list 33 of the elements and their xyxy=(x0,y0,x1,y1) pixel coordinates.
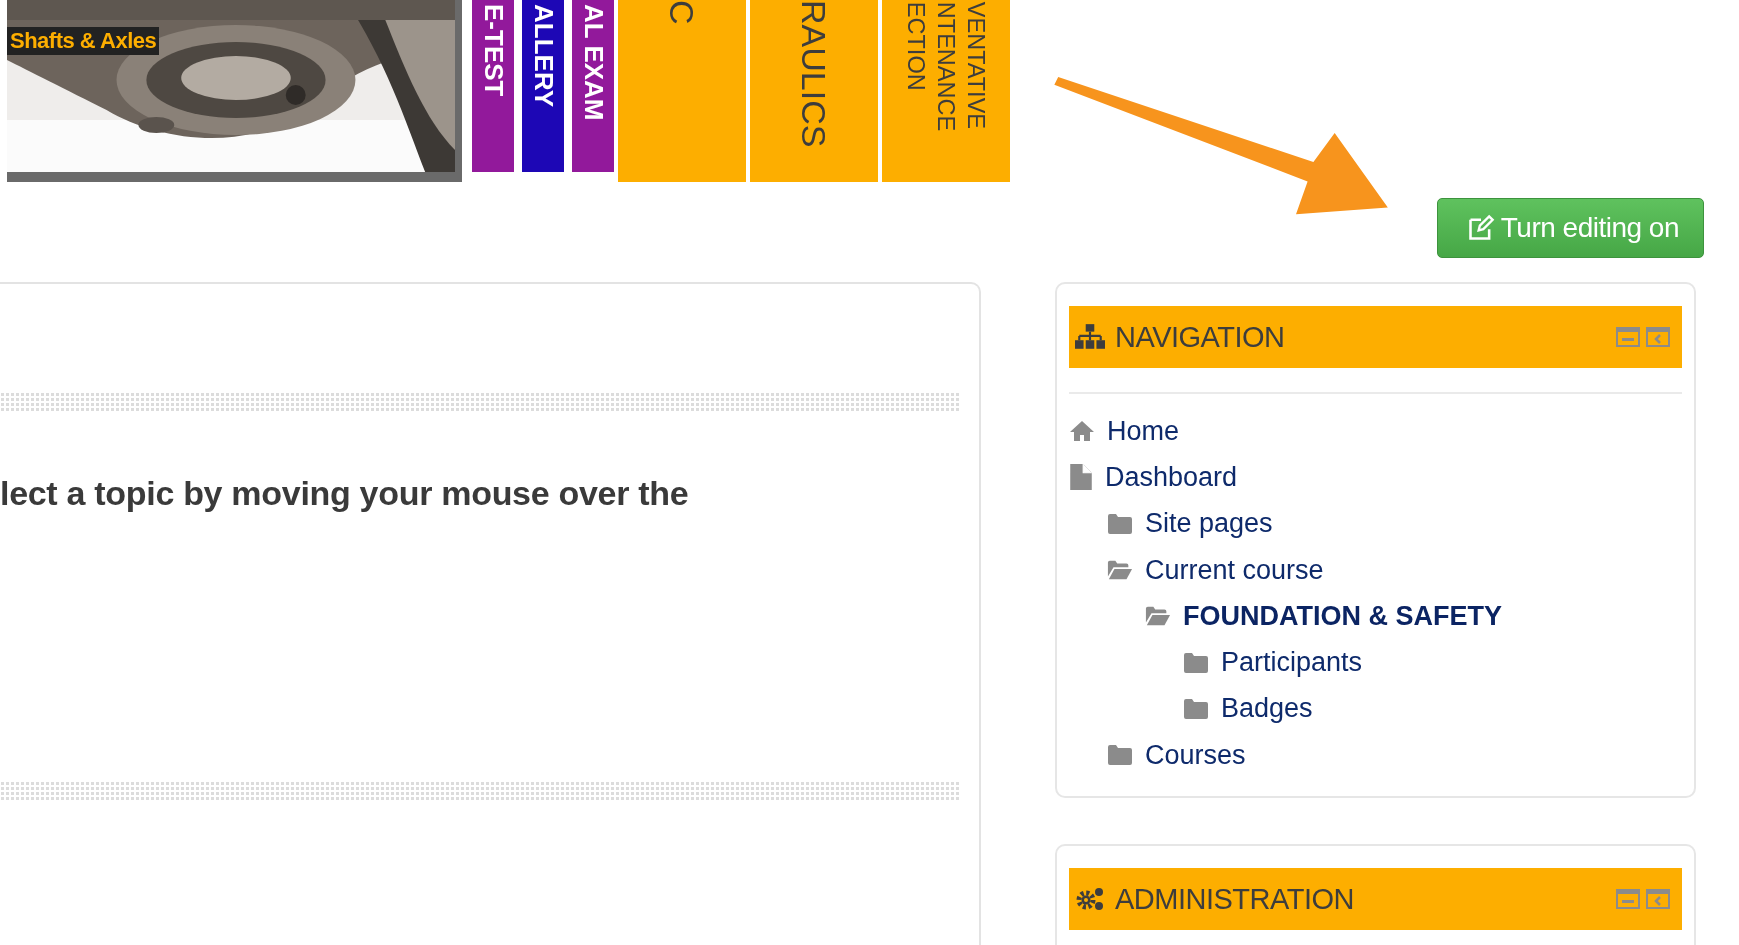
block-title: ADMINISTRATION xyxy=(1115,882,1354,916)
folder-icon xyxy=(1107,512,1133,535)
minimize-icon[interactable] xyxy=(1616,327,1640,347)
nav-item[interactable]: Badges xyxy=(1069,685,1313,733)
document-icon xyxy=(1069,463,1093,492)
sitemap-icon xyxy=(1075,324,1105,350)
course-tab[interactable]: AL EXAM xyxy=(572,0,614,172)
open-folder-icon xyxy=(1107,559,1133,582)
nav-item[interactable]: Site pages xyxy=(1069,500,1273,547)
folder-icon xyxy=(1183,651,1209,674)
nav-item[interactable]: Home xyxy=(1069,408,1180,455)
nav-item[interactable]: Participants xyxy=(1069,639,1363,686)
banner-caption: Shafts & Axles xyxy=(7,27,160,55)
nav-item[interactable]: FOUNDATION & SAFETY xyxy=(1069,593,1502,640)
home-icon xyxy=(1069,420,1095,443)
course-tab[interactable]: C xyxy=(618,0,746,182)
nav-item[interactable]: Courses xyxy=(1069,732,1246,779)
course-tab[interactable]: ALLERY xyxy=(522,0,564,172)
instruction-text: lect a topic by moving your mouse over the xyxy=(0,474,690,513)
block-title: NAVIGATION xyxy=(1115,320,1285,354)
folder-icon xyxy=(1107,744,1133,767)
course-tab[interactable]: E-TEST xyxy=(472,0,514,172)
nav-item[interactable]: Current course xyxy=(1069,546,1324,594)
course-tab[interactable]: VENTATIVE NTENANCE ECTION xyxy=(882,0,1010,182)
folder-icon xyxy=(1183,697,1209,720)
minimize-icon[interactable] xyxy=(1616,889,1640,909)
open-folder-icon xyxy=(1145,605,1171,628)
gears-icon xyxy=(1075,886,1105,912)
dock-icon[interactable] xyxy=(1646,327,1670,347)
course-tab[interactable]: RAULICS xyxy=(750,0,878,182)
dock-icon[interactable] xyxy=(1646,889,1670,909)
edit-icon xyxy=(1466,214,1495,242)
nav-item[interactable]: Dashboard xyxy=(1069,454,1238,501)
